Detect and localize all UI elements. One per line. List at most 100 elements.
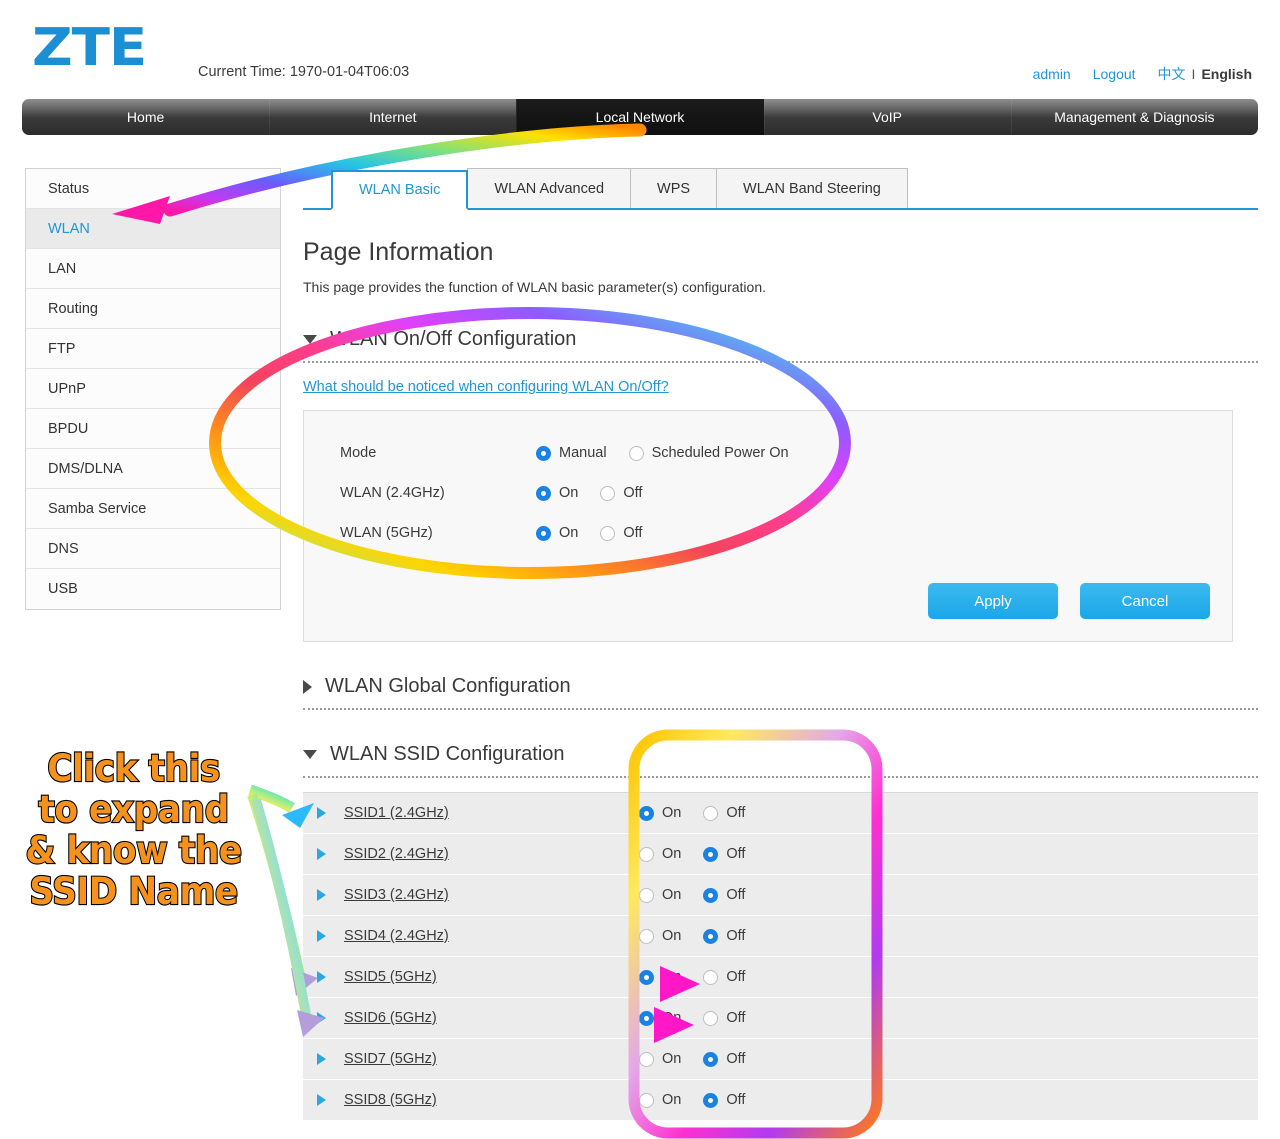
expand-arrow-icon[interactable] bbox=[317, 807, 326, 819]
ssid-radio-option-on[interactable]: On bbox=[639, 1010, 681, 1026]
radio-icon-ssid-on[interactable] bbox=[639, 805, 654, 821]
expand-arrow-icon[interactable] bbox=[317, 971, 326, 983]
admin-user-link[interactable]: admin bbox=[1033, 66, 1071, 82]
sidebar-item-bpdu[interactable]: BPDU bbox=[26, 409, 280, 449]
ssid-radio-option-off[interactable]: Off bbox=[703, 928, 745, 944]
sidebar-item-status[interactable]: Status bbox=[26, 169, 280, 209]
section-header-wlan-ssid[interactable]: WLAN SSID Configuration bbox=[303, 743, 1258, 766]
radio-icon-ssid-off[interactable] bbox=[703, 969, 719, 985]
table-row[interactable]: SSID8 (5GHz) On Off bbox=[303, 1080, 1258, 1121]
radio-icon-wlan-5ghz-off[interactable] bbox=[600, 525, 616, 541]
radio-icon-ssid-on[interactable] bbox=[639, 928, 654, 944]
radio-icon-ssid-on[interactable] bbox=[639, 969, 654, 985]
ssid-name-link[interactable]: SSID8 (5GHz) bbox=[344, 1092, 639, 1108]
sidebar-item-dms-dlna[interactable]: DMS/DLNA bbox=[26, 449, 280, 489]
ssid-radio-option-on[interactable]: On bbox=[639, 846, 681, 862]
field-label-wlan-24ghz: WLAN (2.4GHz) bbox=[340, 485, 445, 501]
ssid-radio-option-on[interactable]: On bbox=[639, 1051, 681, 1067]
radio-icon-ssid-on[interactable] bbox=[639, 887, 654, 903]
ssid-name-link[interactable]: SSID7 (5GHz) bbox=[344, 1051, 639, 1067]
topnav-item-local-network[interactable]: Local Network bbox=[516, 99, 764, 135]
ssid-radio-option-off[interactable]: Off bbox=[703, 1092, 745, 1108]
radio-icon-ssid-off[interactable] bbox=[703, 928, 719, 944]
ssid-radio-option-off[interactable]: Off bbox=[703, 969, 745, 985]
radio-option-wlan-5ghz-on[interactable]: On bbox=[536, 525, 578, 541]
sidebar-item-lan[interactable]: LAN bbox=[26, 249, 280, 289]
ssid-radio-option-on[interactable]: On bbox=[639, 1092, 681, 1108]
radio-icon-ssid-off[interactable] bbox=[703, 1051, 719, 1067]
table-row[interactable]: SSID5 (5GHz) On Off bbox=[303, 957, 1258, 998]
cancel-button[interactable]: Cancel bbox=[1080, 583, 1210, 619]
ssid-name-link[interactable]: SSID2 (2.4GHz) bbox=[344, 846, 639, 862]
radio-option-mode-manual[interactable]: Manual bbox=[536, 445, 607, 461]
ssid-radio-option-on[interactable]: On bbox=[639, 887, 681, 903]
expand-arrow-icon[interactable] bbox=[317, 848, 326, 860]
expand-arrow-icon[interactable] bbox=[317, 889, 326, 901]
radio-icon-ssid-on[interactable] bbox=[639, 846, 654, 862]
table-row[interactable]: SSID4 (2.4GHz) On Off bbox=[303, 916, 1258, 957]
apply-button[interactable]: Apply bbox=[928, 583, 1058, 619]
radio-icon-ssid-off[interactable] bbox=[703, 1092, 719, 1108]
tab-wlan-basic[interactable]: WLAN Basic bbox=[331, 170, 469, 210]
table-row[interactable]: SSID1 (2.4GHz) On Off bbox=[303, 793, 1258, 834]
ssid-radio-option-off[interactable]: Off bbox=[703, 846, 745, 862]
radio-icon-wlan-5ghz-on[interactable] bbox=[536, 525, 551, 541]
table-row[interactable]: SSID6 (5GHz) On Off bbox=[303, 998, 1258, 1039]
topnav-item-home[interactable]: Home bbox=[22, 99, 269, 135]
ssid-radio-option-off[interactable]: Off bbox=[703, 887, 745, 903]
radio-icon-ssid-off[interactable] bbox=[703, 887, 719, 903]
expand-arrow-icon[interactable] bbox=[317, 930, 326, 942]
table-row[interactable]: SSID3 (2.4GHz) On Off bbox=[303, 875, 1258, 916]
ssid-name-link[interactable]: SSID6 (5GHz) bbox=[344, 1010, 639, 1026]
sidebar-item-usb[interactable]: USB bbox=[26, 569, 280, 609]
radio-icon-mode-manual[interactable] bbox=[536, 445, 551, 461]
radio-group-mode: Manual Scheduled Power On bbox=[536, 445, 811, 461]
ssid-name-link[interactable]: SSID4 (2.4GHz) bbox=[344, 928, 639, 944]
tab-wlan-advanced[interactable]: WLAN Advanced bbox=[467, 168, 632, 208]
sidebar-item-dns[interactable]: DNS bbox=[26, 529, 280, 569]
topnav-item-management-diagnosis[interactable]: Management & Diagnosis bbox=[1010, 99, 1258, 135]
radio-option-mode-scheduled[interactable]: Scheduled Power On bbox=[628, 445, 789, 461]
radio-option-wlan-24ghz-on[interactable]: On bbox=[536, 485, 578, 501]
radio-icon-wlan-24ghz-off[interactable] bbox=[600, 485, 616, 501]
ssid-name-link[interactable]: SSID5 (5GHz) bbox=[344, 969, 639, 985]
ssid-radio-option-on[interactable]: On bbox=[639, 805, 681, 821]
topnav-item-voip[interactable]: VoIP bbox=[763, 99, 1011, 135]
section-header-wlan-global[interactable]: WLAN Global Configuration bbox=[303, 675, 1258, 698]
expand-arrow-icon[interactable] bbox=[317, 1012, 326, 1024]
sidebar-item-routing[interactable]: Routing bbox=[26, 289, 280, 329]
language-chinese-link[interactable]: 中文 bbox=[1158, 64, 1186, 84]
sidebar-item-samba-service[interactable]: Samba Service bbox=[26, 489, 280, 529]
wlan-onoff-notice-link[interactable]: What should be noticed when configuring … bbox=[303, 379, 669, 395]
section-header-wlan-onoff[interactable]: WLAN On/Off Configuration bbox=[303, 328, 1258, 351]
tab-wlan-band-steering[interactable]: WLAN Band Steering bbox=[716, 168, 908, 208]
sidebar-item-upnp[interactable]: UPnP bbox=[26, 369, 280, 409]
sidebar-item-ftp[interactable]: FTP bbox=[26, 329, 280, 369]
radio-icon-ssid-off[interactable] bbox=[703, 1010, 719, 1026]
radio-icon-mode-scheduled[interactable] bbox=[628, 445, 644, 461]
sidebar-item-wlan[interactable]: WLAN bbox=[26, 209, 280, 249]
language-english-link[interactable]: English bbox=[1201, 66, 1252, 82]
radio-option-wlan-5ghz-off[interactable]: Off bbox=[600, 525, 642, 541]
logout-link[interactable]: Logout bbox=[1093, 66, 1136, 82]
ssid-radio-option-off[interactable]: Off bbox=[703, 1010, 745, 1026]
table-row[interactable]: SSID7 (5GHz) On Off bbox=[303, 1039, 1258, 1080]
ssid-radio-option-on[interactable]: On bbox=[639, 928, 681, 944]
radio-icon-ssid-on[interactable] bbox=[639, 1092, 654, 1108]
topnav-item-internet[interactable]: Internet bbox=[269, 99, 516, 135]
expand-arrow-icon[interactable] bbox=[317, 1094, 326, 1106]
ssid-radio-option-off[interactable]: Off bbox=[703, 1051, 745, 1067]
ssid-name-link[interactable]: SSID1 (2.4GHz) bbox=[344, 805, 639, 821]
radio-icon-ssid-on[interactable] bbox=[639, 1010, 654, 1026]
radio-option-wlan-24ghz-off[interactable]: Off bbox=[600, 485, 642, 501]
radio-icon-ssid-off[interactable] bbox=[703, 805, 719, 821]
ssid-name-link[interactable]: SSID3 (2.4GHz) bbox=[344, 887, 639, 903]
radio-icon-ssid-off[interactable] bbox=[703, 846, 719, 862]
table-row[interactable]: SSID2 (2.4GHz) On Off bbox=[303, 834, 1258, 875]
radio-icon-wlan-24ghz-on[interactable] bbox=[536, 485, 551, 501]
radio-icon-ssid-on[interactable] bbox=[639, 1051, 654, 1067]
tab-wps[interactable]: WPS bbox=[630, 168, 718, 208]
ssid-radio-option-off[interactable]: Off bbox=[703, 805, 745, 821]
ssid-radio-option-on[interactable]: On bbox=[639, 969, 681, 985]
expand-arrow-icon[interactable] bbox=[317, 1053, 326, 1065]
